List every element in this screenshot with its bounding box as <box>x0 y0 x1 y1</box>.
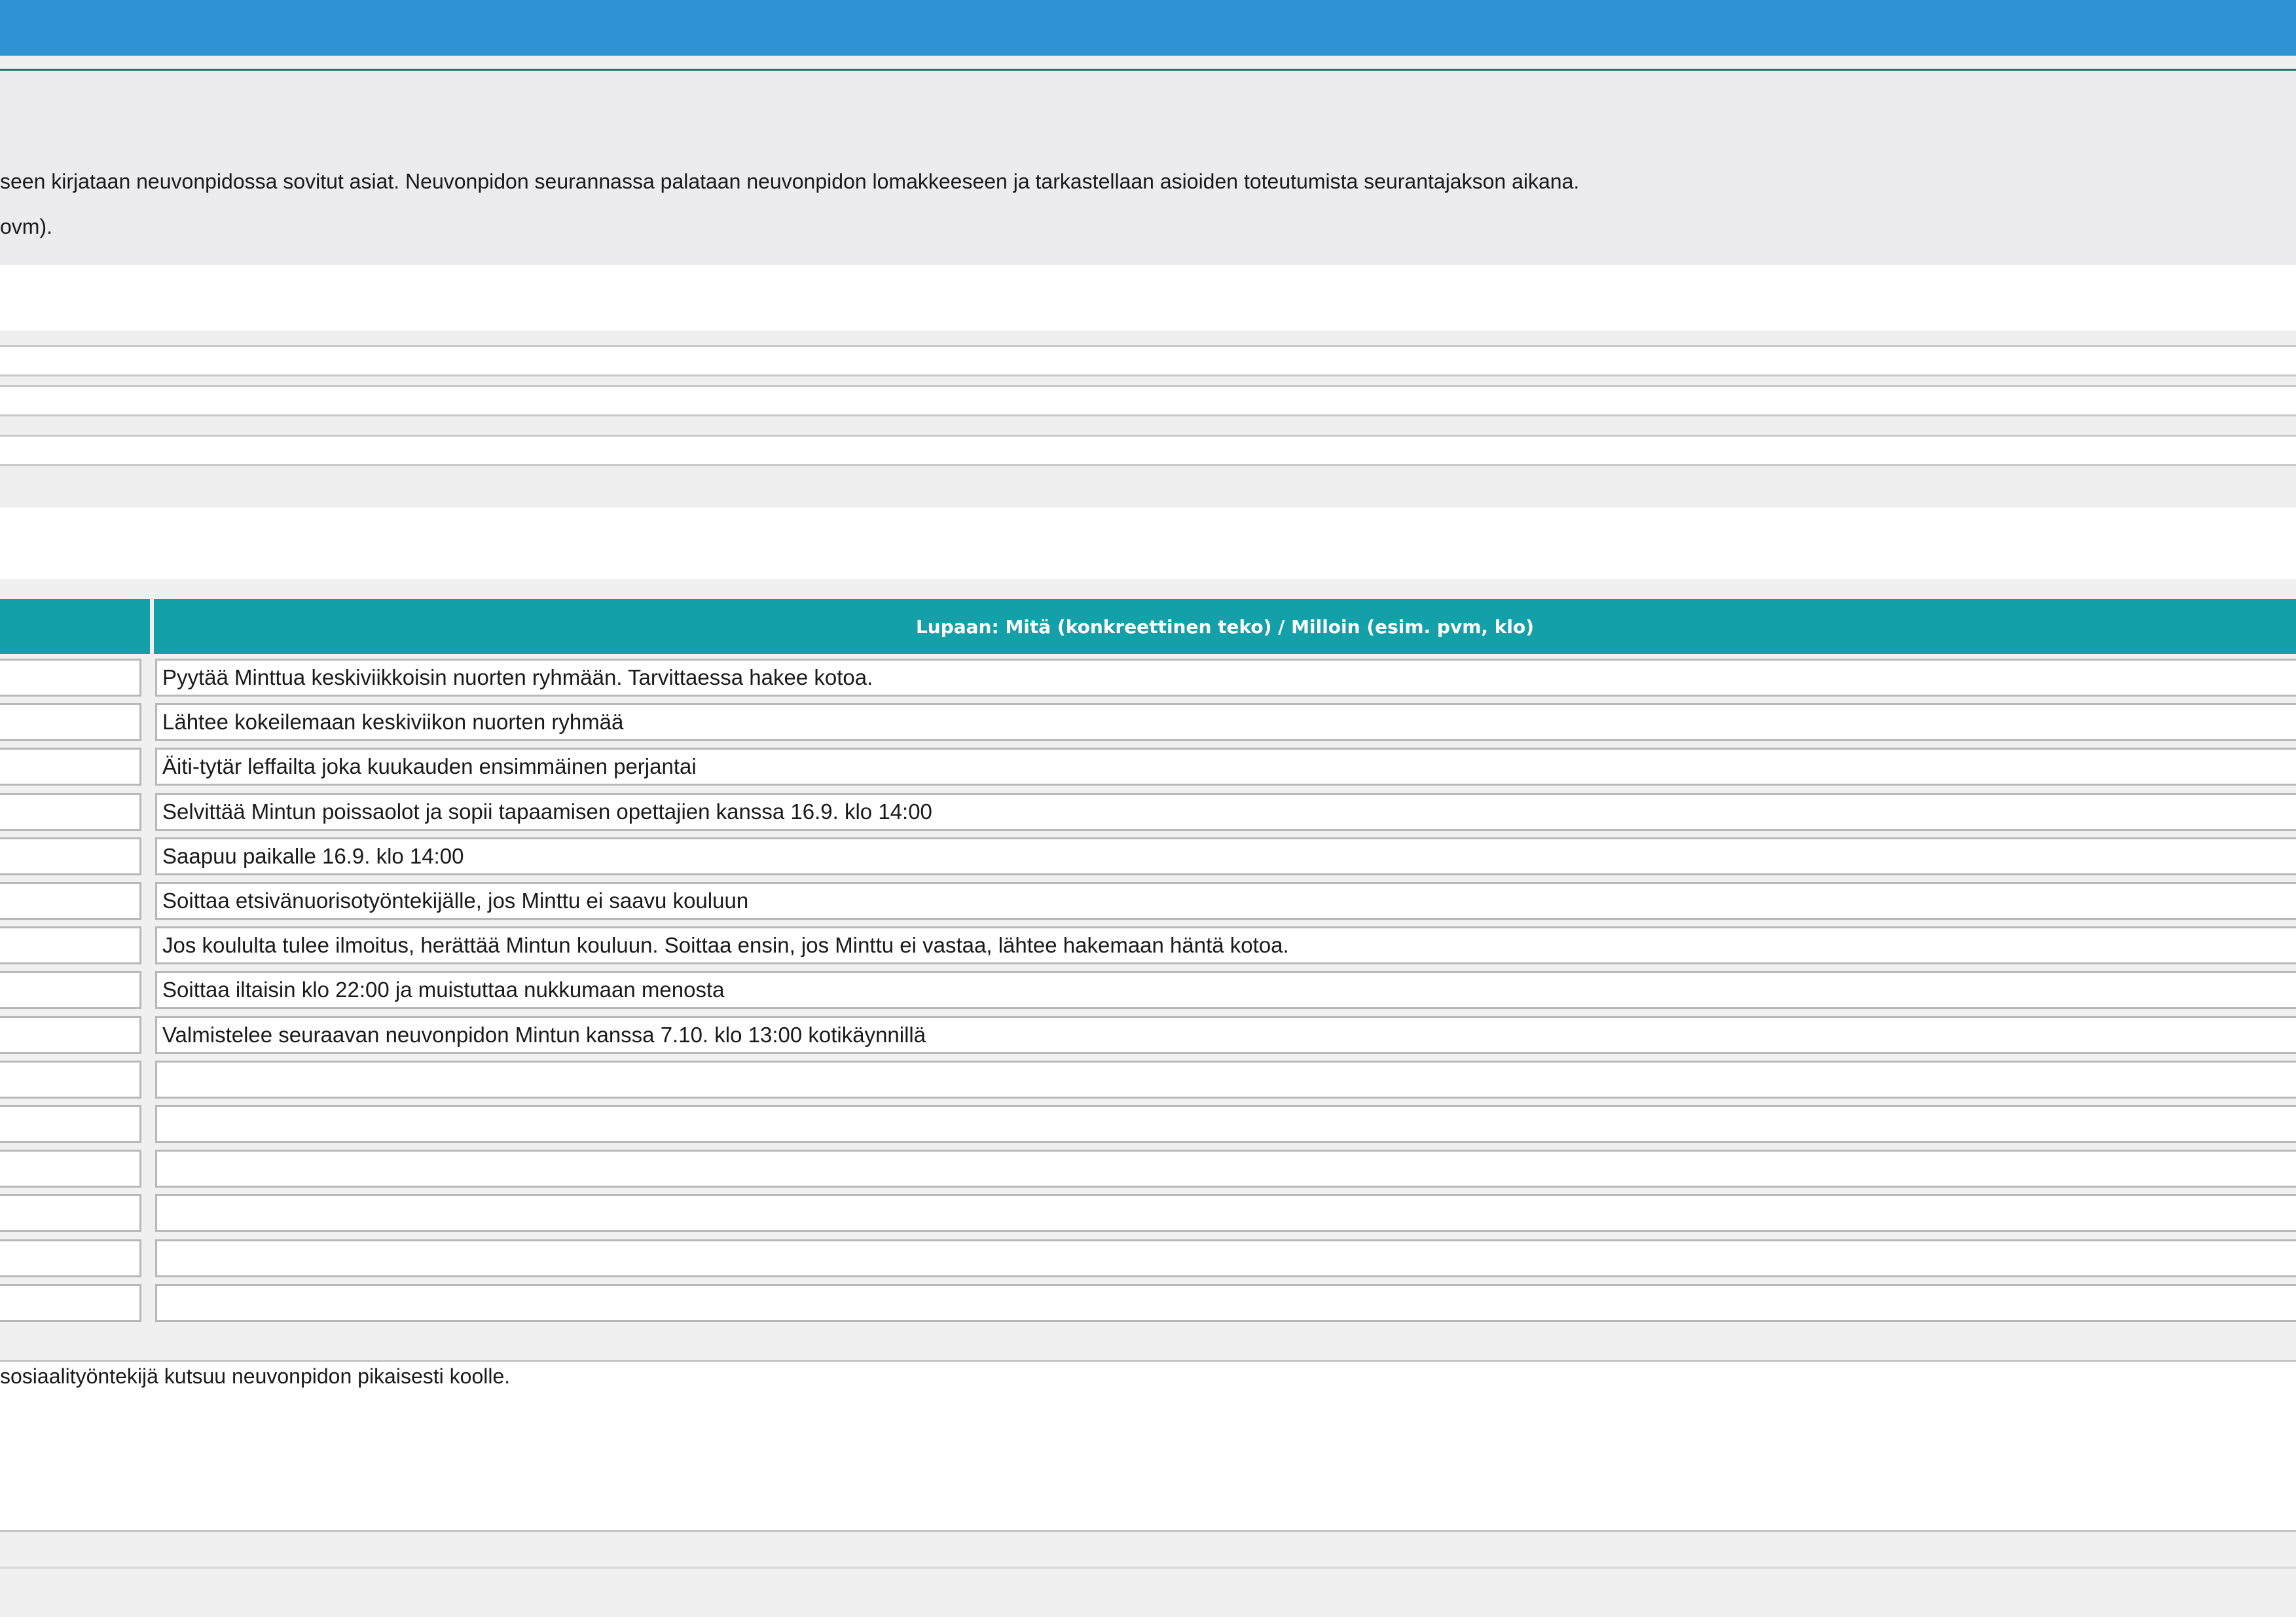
who-input[interactable] <box>0 659 141 697</box>
table-row: Äiti-tytär leffailta joka kuukauden ensi… <box>0 748 2296 786</box>
table-row: Jos koululta tulee ilmoitus, herättää Mi… <box>0 926 2296 964</box>
text-field-2[interactable] <box>0 385 2296 416</box>
table-row: Valmistelee seuraavan neuvonpidon Mintun… <box>0 1016 2296 1054</box>
promise-input[interactable] <box>155 1061 2296 1099</box>
who-input[interactable] <box>0 703 141 741</box>
promise-input[interactable] <box>155 1284 2296 1322</box>
instructions-text-line-1: seen kirjataan neuvonpidossa sovitut asi… <box>0 170 1580 193</box>
promise-input[interactable] <box>155 1150 2296 1188</box>
table-row: Saapuu paikalle 16.9. klo 14:00 <box>0 837 2296 875</box>
who-input[interactable] <box>0 926 141 964</box>
promise-input[interactable]: Soittaa iltaisin klo 22:00 ja muistuttaa… <box>155 971 2296 1009</box>
promise-input[interactable]: Lähtee kokeilemaan keskiviikon nuorten r… <box>155 703 2296 741</box>
promise-input[interactable]: Äiti-tytär leffailta joka kuukauden ensi… <box>155 748 2296 786</box>
promise-input[interactable]: Valmistelee seuraavan neuvonpidon Mintun… <box>155 1016 2296 1054</box>
who-input[interactable] <box>0 971 141 1009</box>
bottom-edge <box>0 1617 2296 1623</box>
who-input[interactable] <box>0 1150 141 1188</box>
form-section-white-2 <box>0 507 2296 579</box>
promise-input[interactable]: Saapuu paikalle 16.9. klo 14:00 <box>155 837 2296 875</box>
who-input[interactable] <box>0 882 141 920</box>
table-row: Lähtee kokeilemaan keskiviikon nuorten r… <box>0 703 2296 741</box>
who-input[interactable] <box>0 1105 141 1143</box>
app-header-bar <box>0 0 2296 56</box>
table-header-who <box>0 599 150 654</box>
table-row <box>0 1239 2296 1277</box>
table-row <box>0 1284 2296 1322</box>
promise-input[interactable]: Jos koululta tulee ilmoitus, herättää Mi… <box>155 926 2296 964</box>
promise-input[interactable]: Soittaa etsivänuorisotyöntekijälle, jos … <box>155 882 2296 920</box>
instructions-text-line-2: ovm). <box>0 215 52 238</box>
table-row: Soittaa etsivänuorisotyöntekijälle, jos … <box>0 882 2296 920</box>
table-row: Pyytää Minttua keskiviikkoisin nuorten r… <box>0 659 2296 697</box>
table-row <box>0 1061 2296 1099</box>
table-row <box>0 1150 2296 1188</box>
promise-input[interactable] <box>155 1239 2296 1277</box>
text-field-3[interactable] <box>0 435 2296 466</box>
table-row <box>0 1105 2296 1143</box>
who-input[interactable] <box>0 1284 141 1322</box>
table-header-promise: Lupaan: Mitä (konkreettinen teko) / Mill… <box>154 599 2296 654</box>
notes-text: sosiaalityöntekijä kutsuu neuvonpidon pi… <box>0 1364 511 1388</box>
table-row <box>0 1194 2296 1232</box>
table-row: Soittaa iltaisin klo 22:00 ja muistuttaa… <box>0 971 2296 1009</box>
who-input[interactable] <box>0 1061 141 1099</box>
who-input[interactable] <box>0 793 141 831</box>
who-input[interactable] <box>0 1016 141 1054</box>
table-row: Selvittää Mintun poissaolot ja sopii tap… <box>0 793 2296 831</box>
who-input[interactable] <box>0 1194 141 1232</box>
form-section-white-1 <box>0 265 2296 331</box>
bottom-divider <box>0 1567 2296 1569</box>
promise-input[interactable] <box>155 1105 2296 1143</box>
promise-input[interactable] <box>155 1194 2296 1232</box>
who-input[interactable] <box>0 837 141 875</box>
who-input[interactable] <box>0 748 141 786</box>
promise-input[interactable]: Selvittää Mintun poissaolot ja sopii tap… <box>155 793 2296 831</box>
text-field-1[interactable] <box>0 345 2296 376</box>
who-input[interactable] <box>0 1239 141 1277</box>
promise-input[interactable]: Pyytää Minttua keskiviikkoisin nuorten r… <box>155 659 2296 697</box>
